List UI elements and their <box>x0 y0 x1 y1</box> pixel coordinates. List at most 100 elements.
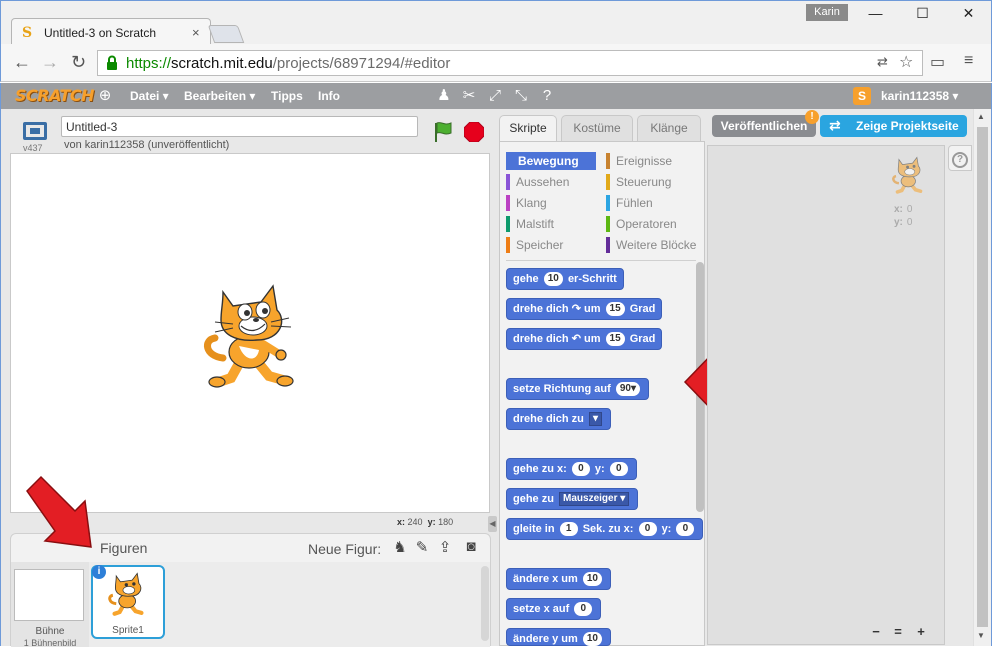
block-turn-right[interactable]: drehe dich ↷ um 15 Grad <box>506 298 663 320</box>
tab-sounds[interactable]: Klänge <box>637 115 701 141</box>
block-move-steps[interactable]: gehe 10 er-Schritt <box>506 268 624 290</box>
sprite-list: Sprite1 i <box>89 562 490 647</box>
new-tab-button[interactable] <box>207 25 245 43</box>
back-arrow-icon[interactable]: ← <box>13 52 31 72</box>
browser-menu-icon[interactable]: ≡ <box>964 52 973 70</box>
help-tab[interactable]: ? <box>948 145 972 171</box>
project-title-input[interactable] <box>61 116 418 137</box>
stage-label: Bühne <box>35 626 65 637</box>
grow-icon[interactable]: ⤢ <box>486 87 504 105</box>
address-bar[interactable]: https://scratch.mit.edu/projects/6897129… <box>97 50 923 76</box>
scroll-up-icon[interactable]: ▲ <box>977 112 985 121</box>
browser-profile-chip[interactable]: Karin <box>806 4 848 21</box>
maximize-button[interactable]: ☐ <box>900 3 945 23</box>
menu-edit[interactable]: Bearbeiten ▾ <box>184 89 255 103</box>
sprite-x-readout: x: 0 <box>894 204 913 215</box>
block-change-x[interactable]: ändere x um 10 <box>506 568 611 590</box>
cast-icon[interactable]: ▭ <box>930 52 945 72</box>
block-point-in-direction[interactable]: setze Richtung auf 90▾ <box>506 378 650 400</box>
close-window-button[interactable]: ✕ <box>946 3 991 23</box>
stop-icon[interactable] <box>464 122 484 142</box>
rotate-left-icon: ↶ <box>571 333 581 345</box>
block-glide[interactable]: gleite in 1 Sek. zu x: 0 y: 0 <box>506 518 704 540</box>
scratch-cat-sprite[interactable] <box>201 280 301 390</box>
editor-area: v437 von karin112358 (unveröffentlicht) <box>0 109 992 648</box>
block-go-to-xy[interactable]: gehe zu x: 0 y: 0 <box>506 458 637 480</box>
current-sprite-cat-icon <box>892 156 923 194</box>
block-set-x[interactable]: setze x auf 0 <box>506 598 602 620</box>
help-icon: ? <box>952 152 968 168</box>
sprite-thumbnail[interactable]: Sprite1 i <box>91 565 165 639</box>
language-globe-icon[interactable]: ⊕ <box>96 87 114 105</box>
sprite-list-scrollbar[interactable] <box>481 566 489 641</box>
sprite-info-icon[interactable]: i <box>92 565 106 579</box>
block-point-towards[interactable]: drehe dich zu ▾ <box>506 408 611 430</box>
fullscreen-icon[interactable] <box>23 122 47 140</box>
browser-tab[interactable]: S Untitled-3 on Scratch × <box>11 18 211 46</box>
new-sprite-label: Neue Figur: <box>308 541 382 557</box>
menu-tips[interactable]: Tipps <box>271 89 303 103</box>
reload-icon[interactable]: ↻ <box>71 52 86 72</box>
scroll-down-icon[interactable]: ▼ <box>977 631 985 640</box>
zoom-out-icon[interactable]: − <box>868 624 884 640</box>
block-palette: Bewegung Ereignisse Aussehen Steuerung K… <box>499 141 705 646</box>
swap-arrows-icon: ⇄ <box>829 117 841 133</box>
browser-titlebar: S Untitled-3 on Scratch × Karin — ☐ ✕ <box>0 0 992 46</box>
menu-file[interactable]: Datei ▾ <box>130 89 169 103</box>
menu-about[interactable]: Info <box>318 89 340 103</box>
green-flag-icon[interactable] <box>433 121 453 143</box>
translate-icon[interactable]: ⇄ <box>877 54 888 70</box>
stage-canvas[interactable] <box>10 153 490 513</box>
category-operators[interactable]: Operatoren <box>606 215 677 233</box>
scratch-menubar: SCRATCH ⊕ Datei ▾ Bearbeiten ▾ Tipps Inf… <box>0 83 992 109</box>
stage-selector: Bühne 1 Bühnenbild <box>11 562 89 648</box>
category-events[interactable]: Ereignisse <box>606 152 672 170</box>
duplicate-stamp-icon[interactable]: ♟ <box>435 87 453 105</box>
browser-toolbar: ← → ↻ https://scratch.mit.edu/projects/6… <box>0 44 992 82</box>
category-data[interactable]: Speicher <box>506 236 563 254</box>
category-sensing[interactable]: Fühlen <box>606 194 653 212</box>
tab-title: Untitled-3 on Scratch <box>44 26 157 40</box>
forward-arrow-icon[interactable]: → <box>41 52 59 72</box>
category-more-blocks[interactable]: Weitere Blöcke <box>606 236 696 254</box>
lock-icon <box>107 55 117 70</box>
scripts-area[interactable]: x: 0 y: 0 − = + <box>707 145 945 645</box>
block-go-to[interactable]: gehe zu Mauszeiger ▾ <box>506 488 639 510</box>
tab-scripts[interactable]: Skripte <box>499 115 557 142</box>
shrink-icon[interactable]: ⤡ <box>512 87 530 105</box>
category-motion[interactable]: Bewegung <box>506 152 596 170</box>
account-menu[interactable]: karin112358 ▾ <box>881 89 958 103</box>
stage-thumbnail[interactable] <box>14 569 84 621</box>
sprites-title: Figuren <box>100 540 148 556</box>
scrollbar-thumb[interactable] <box>977 127 988 627</box>
stage-backdrop-count: 1 Bühnenbild <box>23 638 77 648</box>
category-pen[interactable]: Malstift <box>506 215 554 233</box>
scratch-favicon-icon: S <box>22 25 33 41</box>
palette-divider <box>506 260 696 261</box>
zoom-reset-icon[interactable]: = <box>890 624 906 640</box>
scratch-logo[interactable]: SCRATCH <box>15 86 94 105</box>
delete-scissors-icon[interactable]: ✂ <box>460 87 478 105</box>
upload-sprite-icon[interactable]: ⇪ <box>436 538 454 556</box>
collapse-stage-handle[interactable]: ◀ <box>488 516 497 532</box>
category-looks[interactable]: Aussehen <box>506 173 569 191</box>
version-label: v437 <box>23 143 43 153</box>
paint-sprite-icon[interactable]: ✎ <box>413 538 431 556</box>
camera-sprite-icon[interactable]: ◙ <box>462 538 480 556</box>
block-change-y[interactable]: ändere y um 10 <box>506 628 611 646</box>
minimize-button[interactable]: — <box>853 3 898 23</box>
tab-costumes[interactable]: Kostüme <box>561 115 633 141</box>
sprite-name: Sprite1 <box>112 625 144 636</box>
block-help-icon[interactable]: ? <box>538 87 556 105</box>
category-control[interactable]: Steuerung <box>606 173 671 191</box>
category-sound[interactable]: Klang <box>506 194 547 212</box>
block-turn-left[interactable]: drehe dich ↶ um 15 Grad <box>506 328 663 350</box>
tab-close-icon[interactable]: × <box>192 25 200 40</box>
choose-sprite-library-icon[interactable]: ♞ <box>391 538 409 556</box>
page-scrollbar[interactable]: ▲ ▼ <box>973 109 991 646</box>
zoom-in-icon[interactable]: + <box>913 624 929 640</box>
publish-button[interactable]: Veröffentlichen <box>712 115 816 137</box>
my-stuff-icon[interactable]: S <box>853 87 871 105</box>
bookmark-star-icon[interactable]: ☆ <box>899 52 913 72</box>
project-byline: von karin112358 (unveröffentlicht) <box>64 139 230 151</box>
